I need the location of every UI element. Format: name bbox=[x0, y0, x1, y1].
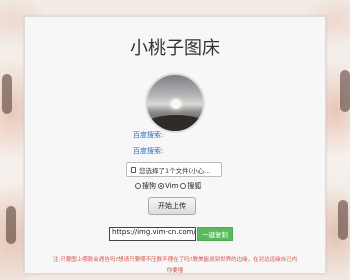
radio-dot-selected[interactable] bbox=[158, 183, 164, 189]
info-line-1[interactable]: 百度搜索: bbox=[133, 130, 163, 140]
host-option-label: 搜狗 bbox=[142, 182, 156, 190]
background-photo-tile bbox=[340, 70, 350, 112]
sunset-icon bbox=[171, 99, 181, 109]
background-photo-tile bbox=[6, 206, 16, 244]
upload-panel: 小桃子图床 百度搜索: 百度搜索: 您选择了1个文件(小心... 搜狗 Vim … bbox=[24, 16, 326, 274]
host-radio-group: 搜狗 Vim 搜狐 bbox=[135, 181, 203, 191]
radio-dot[interactable] bbox=[180, 183, 187, 189]
file-picker-label: 您选择了1个文件(小心... bbox=[139, 166, 211, 175]
background-photo-tile bbox=[2, 74, 12, 114]
start-upload-button[interactable]: 开始上传 bbox=[148, 197, 196, 215]
copy-url-button[interactable]: 一键复制 bbox=[197, 227, 233, 241]
host-option-vim[interactable]: Vim bbox=[158, 182, 178, 190]
radio-dot[interactable] bbox=[135, 183, 141, 189]
background-photo-tile bbox=[338, 200, 348, 240]
host-option-sogou[interactable]: 搜狗 bbox=[135, 181, 156, 191]
page-title: 小桃子图床 bbox=[130, 38, 220, 59]
result-url-field[interactable]: https://img.vim-cn.com/6/ bbox=[109, 227, 196, 241]
host-option-sohu[interactable]: 搜狐 bbox=[180, 181, 201, 191]
host-option-label: Vim bbox=[165, 182, 179, 190]
document-icon bbox=[131, 166, 136, 173]
avatar bbox=[145, 73, 205, 133]
info-line-2[interactable]: 百度搜索: bbox=[133, 146, 163, 156]
host-option-label: 搜狐 bbox=[187, 182, 202, 190]
footer-note-line-2: 你要懂 bbox=[166, 268, 184, 274]
footer-note-line-1: 注:只要图上哪款会遇告吗?想请只要哪不压数不理在了吗?教美能说到世界的边缘，在对… bbox=[52, 257, 298, 263]
file-picker-button[interactable]: 您选择了1个文件(小心... bbox=[126, 162, 222, 177]
